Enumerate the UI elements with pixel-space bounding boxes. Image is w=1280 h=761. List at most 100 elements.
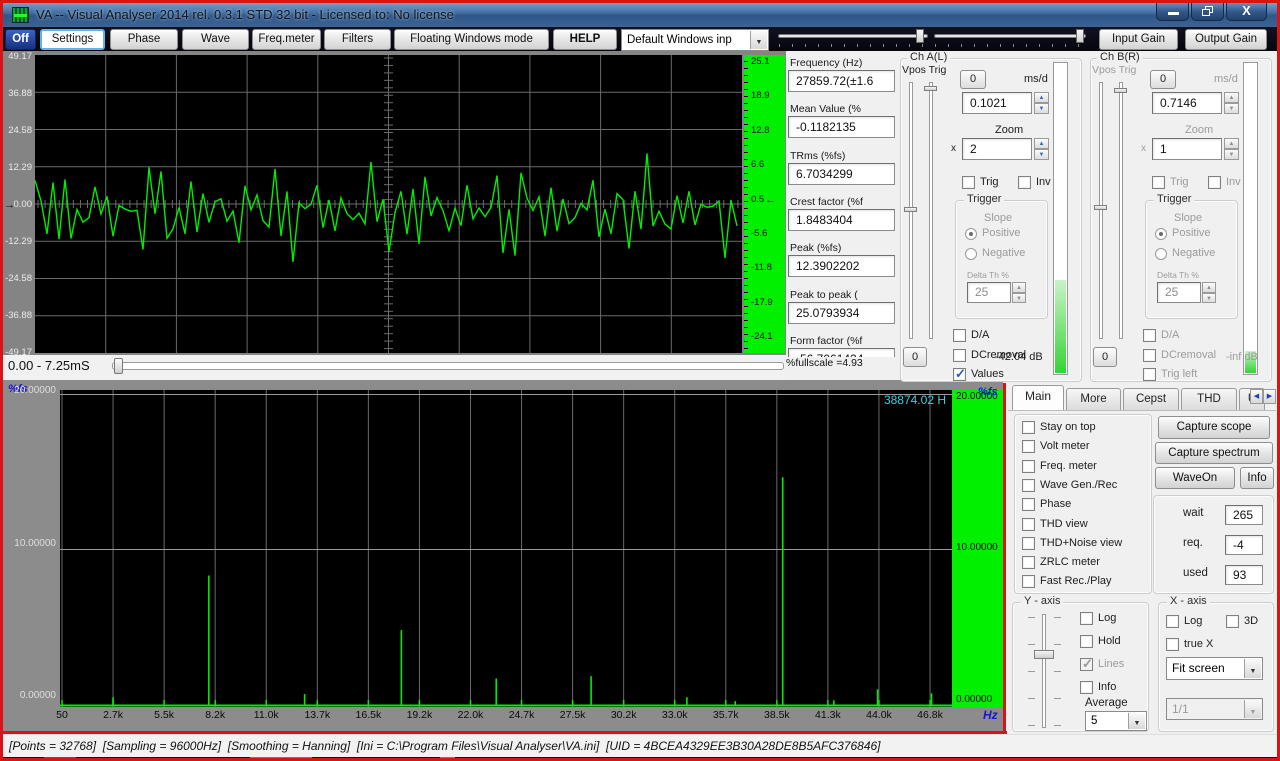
spin-up-icon[interactable]: ▲ [1202,282,1216,293]
zoom-input[interactable]: 1 [1152,138,1222,160]
vpos-slider-thumb[interactable] [1094,204,1107,210]
output-gain-slider[interactable] [934,34,1086,38]
input-gain-slider-thumb[interactable] [916,29,924,43]
chevron-down-icon[interactable]: ▼ [1244,659,1261,678]
phase-button[interactable]: Phase [110,29,178,50]
freq-meter-button[interactable]: Freq.meter [252,29,321,50]
settings-button[interactable]: Settings [40,29,105,50]
input-gain-button[interactable]: Input Gain [1099,29,1178,50]
capture-spectrum-button[interactable]: Capture spectrum [1155,442,1273,464]
negative-radio[interactable] [1155,248,1167,260]
chevron-down-icon[interactable]: ▼ [750,31,767,49]
device-selector-combo[interactable]: Default Windows inp ▼ [621,29,769,51]
wave-button[interactable]: Wave [182,29,249,50]
side-checkbox-fast-rec-play[interactable] [1022,575,1035,589]
spin-down-icon[interactable]: ▼ [1202,292,1216,303]
delta-th-input[interactable]: 25 [967,282,1011,303]
vpos-slider-thumb[interactable] [904,207,917,212]
trig-checkbox[interactable] [962,176,975,189]
close-button[interactable]: X [1226,2,1267,21]
spin-up-icon[interactable]: ▲ [1034,92,1049,103]
tab-more[interactable]: More [1066,388,1121,410]
ms-per-div-input[interactable]: 0.1021 [962,92,1032,114]
trig-zero-button[interactable]: 0 [1093,347,1117,367]
output-gain-button[interactable]: Output Gain [1185,29,1267,50]
delta-th-spinner[interactable]: ▲ ▼ [1202,282,1216,303]
positive-radio[interactable] [1155,228,1167,240]
vpos-slider[interactable] [1099,82,1103,339]
info-button[interactable]: Info [1240,467,1274,489]
scope-scrollbar[interactable] [112,362,784,370]
capture-scope-button[interactable]: Capture scope [1158,416,1270,439]
negative-radio[interactable] [965,248,977,260]
spin-up-icon[interactable]: ▲ [1224,92,1239,103]
y-axis-checkbox-lines[interactable] [1080,656,1093,672]
tab-scroll-left-icon[interactable]: ◀ [1250,389,1263,404]
tab-scroll-right-icon[interactable]: ▶ [1263,389,1276,404]
side-checkbox-phase[interactable] [1022,498,1035,512]
vpos-zero-button[interactable]: 0 [1150,70,1176,89]
trig-slider[interactable] [929,82,933,339]
delta-th-spinner[interactable]: ▲ ▼ [1012,282,1026,303]
spin-down-icon[interactable]: ▼ [1224,149,1239,160]
title-bar[interactable]: VA -- Visual Analyser 2014 rel. 0.3.1 ST… [3,2,1277,27]
side-checkbox-stay-on-top[interactable] [1022,421,1035,434]
side-checkbox-thd-view[interactable] [1022,517,1035,531]
side-checkbox-freq-meter[interactable] [1022,459,1035,473]
side-checkbox-zrlc-meter[interactable] [1022,556,1035,570]
spin-down-icon[interactable]: ▼ [1034,149,1049,160]
bottom-checkbox[interactable] [953,366,966,382]
trig-slider[interactable] [1119,82,1123,339]
floating-windows-button[interactable]: Floating Windows mode [394,29,549,50]
ms-per-div-spinner[interactable]: ▲ ▼ [1034,92,1049,114]
inv-checkbox[interactable] [1208,176,1221,189]
inv-checkbox[interactable] [1018,176,1031,189]
spectrum-plot[interactable]: 38874.02 H [60,390,952,707]
scope-plot[interactable] [35,55,742,353]
wave-on-button[interactable]: WaveOn [1155,467,1235,489]
restore-button[interactable] [1191,2,1224,21]
scope-scrollbar-thumb[interactable] [114,358,123,374]
trig-slider-thumb[interactable] [924,85,937,91]
input-gain-slider[interactable] [778,34,928,38]
zoom-spinner[interactable]: ▲ ▼ [1034,138,1049,160]
ms-per-div-spinner[interactable]: ▲ ▼ [1224,92,1239,114]
off-button[interactable]: Off [5,29,36,50]
y-axis-slider[interactable] [1042,614,1046,728]
da-checkbox[interactable] [953,329,966,342]
y-axis-checkbox-hold[interactable] [1080,635,1093,648]
vpos-zero-button[interactable]: 0 [960,70,986,89]
spin-up-icon[interactable]: ▲ [1012,282,1026,293]
side-checkbox-wave-gen-rec[interactable] [1022,478,1035,492]
tab-main[interactable]: Main [1012,385,1064,410]
positive-radio[interactable] [965,228,977,240]
trig-slider-thumb[interactable] [1114,88,1127,94]
average-combo[interactable]: 5 ▼ [1085,711,1147,731]
true-x-checkbox[interactable] [1166,638,1179,651]
chevron-down-icon[interactable]: ▼ [1128,713,1145,729]
spin-up-icon[interactable]: ▲ [1034,138,1049,149]
help-button[interactable]: HELP [553,29,617,50]
side-checkbox-thd-noise-view[interactable] [1022,536,1035,550]
tab-thd[interactable]: THD [1181,388,1237,410]
x-3d-checkbox[interactable] [1226,615,1239,628]
minimize-button[interactable] [1156,2,1189,21]
delta-th-input[interactable]: 25 [1157,282,1201,303]
y-axis-checkbox-info[interactable] [1080,681,1093,694]
trig-checkbox[interactable] [1152,176,1165,189]
dcremoval-checkbox[interactable] [953,349,966,362]
zoom-input[interactable]: 2 [962,138,1032,160]
ratio-combo[interactable]: 1/1 ▼ [1166,698,1263,720]
output-gain-slider-thumb[interactable] [1076,29,1084,43]
side-checkbox-volt-meter[interactable] [1022,440,1035,454]
spin-up-icon[interactable]: ▲ [1224,138,1239,149]
fit-screen-combo[interactable]: Fit screen ▼ [1166,657,1263,680]
trig-zero-button[interactable]: 0 [903,347,927,367]
zoom-spinner[interactable]: ▲ ▼ [1224,138,1239,160]
spin-down-icon[interactable]: ▼ [1012,292,1026,303]
spin-down-icon[interactable]: ▼ [1034,103,1049,114]
dcremoval-checkbox[interactable] [1143,349,1156,362]
y-axis-checkbox-log[interactable] [1080,612,1093,625]
ms-per-div-input[interactable]: 0.7146 [1152,92,1222,114]
filters-button[interactable]: Filters [324,29,391,50]
